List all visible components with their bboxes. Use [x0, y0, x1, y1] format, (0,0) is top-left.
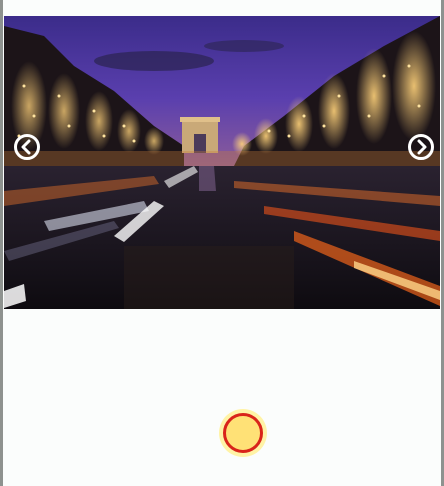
image-carousel[interactable]	[4, 16, 440, 309]
chevron-right-icon	[417, 139, 427, 155]
circle-dot-icon[interactable]	[223, 413, 263, 453]
chevron-left-icon	[21, 139, 31, 155]
carousel-next-button[interactable]	[408, 134, 434, 160]
left-edge	[0, 0, 3, 486]
carousel-prev-button[interactable]	[14, 134, 40, 160]
app-screen	[0, 0, 444, 486]
carousel-slide-image	[4, 16, 440, 309]
indicator-halo	[219, 409, 267, 457]
